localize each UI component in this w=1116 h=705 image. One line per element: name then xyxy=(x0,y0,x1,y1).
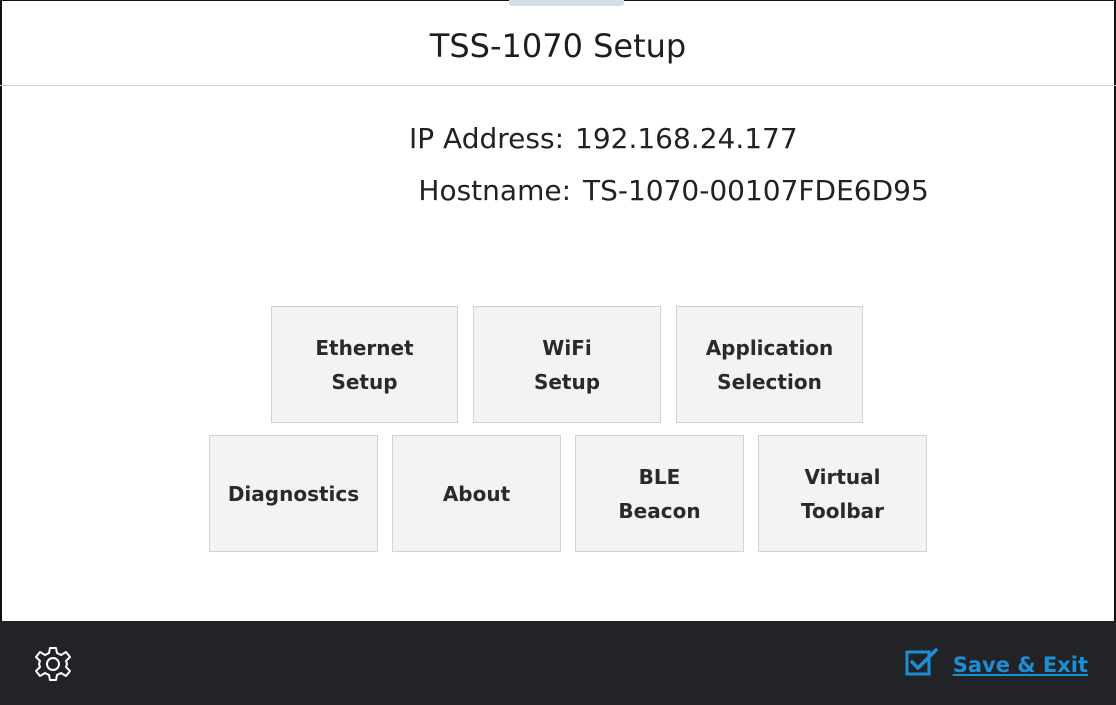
ip-address-value: 192.168.24.177 xyxy=(575,122,798,155)
save-and-exit-button[interactable]: Save & Exit xyxy=(905,647,1088,682)
application-selection-button[interactable]: Application Selection xyxy=(676,306,863,423)
ip-address-label: IP Address: xyxy=(409,122,564,155)
virtual-toolbar-button[interactable]: Virtual Toolbar xyxy=(758,435,927,552)
hostname-label: Hostname: xyxy=(418,174,571,207)
about-button[interactable]: About xyxy=(392,435,561,552)
button-row-2: Diagnostics About BLE Beacon Virtual Too… xyxy=(209,435,927,552)
wifi-setup-button[interactable]: WiFi Setup xyxy=(473,306,661,423)
gear-icon[interactable] xyxy=(34,645,72,683)
button-row-1: Ethernet Setup WiFi Setup Application Se… xyxy=(271,306,863,423)
checkbox-checked-icon xyxy=(905,647,939,682)
page-title: TSS-1070 Setup xyxy=(429,26,687,65)
hostname-row: Hostname: TS-1070-00107FDE6D95 xyxy=(0,174,1116,214)
hostname-value: TS-1070-00107FDE6D95 xyxy=(583,174,929,207)
title-bar: TSS-1070 Setup xyxy=(0,0,1116,86)
ethernet-setup-button[interactable]: Ethernet Setup xyxy=(271,306,458,423)
footer-bar: Save & Exit xyxy=(0,621,1116,705)
save-and-exit-label: Save & Exit xyxy=(952,652,1088,677)
ip-address-row: IP Address: 192.168.24.177 xyxy=(0,122,1116,162)
diagnostics-button[interactable]: Diagnostics xyxy=(209,435,378,552)
ble-beacon-button[interactable]: BLE Beacon xyxy=(575,435,744,552)
